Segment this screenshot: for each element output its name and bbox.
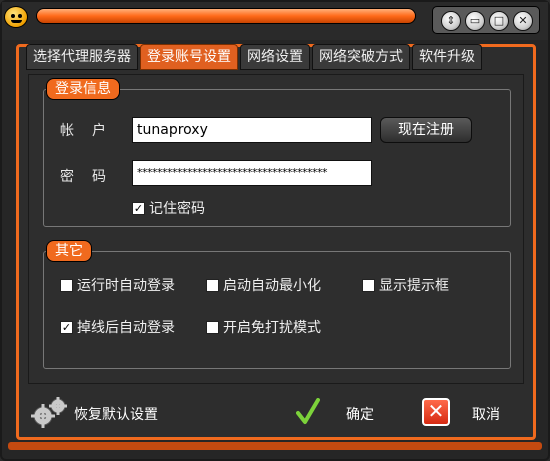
- checkbox-checked-icon: ✓: [60, 320, 73, 334]
- account-label: 帐户: [60, 123, 124, 139]
- auto-login-on-start-checkbox[interactable]: 运行时自动登录: [60, 276, 175, 294]
- minimize-icon[interactable]: ▭: [465, 11, 485, 31]
- password-input[interactable]: **************************************: [132, 160, 372, 186]
- checkbox-unchecked-icon: [60, 278, 73, 292]
- auto-minimize-label: 启动自动最小化: [223, 278, 321, 294]
- restore-defaults-button[interactable]: 恢复默认设置: [74, 404, 158, 424]
- remember-password-label: 记住密码: [149, 201, 205, 217]
- register-now-button[interactable]: 现在注册: [380, 117, 472, 143]
- app-window: ⇕ ▭ □ ✕ 选择代理服务器 登录账号设置 网络设置 网络突破方式 软件升级 …: [0, 0, 550, 461]
- other-options-group: 其它 运行时自动登录 启动自动最小化 显示提示框 ✓ 掉线后自动登录 开启免打扰…: [43, 240, 511, 369]
- checkbox-unchecked-icon: [362, 278, 375, 292]
- auto-login-on-start-label: 运行时自动登录: [77, 278, 175, 294]
- account-input[interactable]: tunaproxy: [132, 117, 372, 143]
- cancel-x-icon[interactable]: ✕: [422, 398, 450, 426]
- tab-bar: 选择代理服务器 登录账号设置 网络设置 网络突破方式 软件升级: [26, 44, 482, 70]
- title-bar[interactable]: ⇕ ▭ □ ✕: [2, 2, 548, 40]
- login-info-group: 登录信息 帐户 tunaproxy 现在注册 密码 **************…: [43, 78, 511, 227]
- window-controls: ⇕ ▭ □ ✕: [432, 6, 540, 34]
- tab-software-update[interactable]: 软件升级: [412, 44, 482, 70]
- show-tips-checkbox[interactable]: 显示提示框: [362, 276, 449, 294]
- tab-login-account[interactable]: 登录账号设置: [140, 44, 238, 70]
- close-icon[interactable]: ✕: [513, 11, 533, 31]
- gear-icon[interactable]: [30, 396, 68, 430]
- app-logo-icon: [4, 6, 28, 28]
- auto-reconnect-label: 掉线后自动登录: [77, 320, 175, 336]
- title-bar-decoration: [36, 8, 416, 24]
- roll-up-icon[interactable]: ⇕: [441, 11, 461, 31]
- other-options-title: 其它: [46, 240, 92, 262]
- do-not-disturb-label: 开启免打扰模式: [223, 320, 321, 336]
- tab-network-breakthrough[interactable]: 网络突破方式: [312, 44, 410, 70]
- frame-bottom-decoration: [8, 442, 542, 450]
- ok-button[interactable]: 确定: [346, 404, 374, 424]
- checkbox-unchecked-icon: [206, 320, 219, 334]
- tab-proxy-server[interactable]: 选择代理服务器: [26, 44, 138, 70]
- show-tips-label: 显示提示框: [379, 278, 449, 294]
- auto-minimize-checkbox[interactable]: 启动自动最小化: [206, 276, 321, 294]
- password-label: 密码: [60, 169, 124, 185]
- do-not-disturb-checkbox[interactable]: 开启免打扰模式: [206, 318, 321, 336]
- auto-reconnect-checkbox[interactable]: ✓ 掉线后自动登录: [60, 318, 175, 336]
- checkbox-checked-icon: ✓: [132, 201, 145, 215]
- tab-content-panel: 登录信息 帐户 tunaproxy 现在注册 密码 **************…: [28, 74, 524, 384]
- cancel-button[interactable]: 取消: [472, 404, 500, 424]
- checkmark-icon[interactable]: [296, 398, 320, 426]
- checkbox-unchecked-icon: [206, 278, 219, 292]
- remember-password-checkbox[interactable]: ✓ 记住密码: [132, 199, 205, 217]
- maximize-icon[interactable]: □: [489, 11, 509, 31]
- tab-network-settings[interactable]: 网络设置: [240, 44, 310, 70]
- login-info-title: 登录信息: [46, 78, 120, 100]
